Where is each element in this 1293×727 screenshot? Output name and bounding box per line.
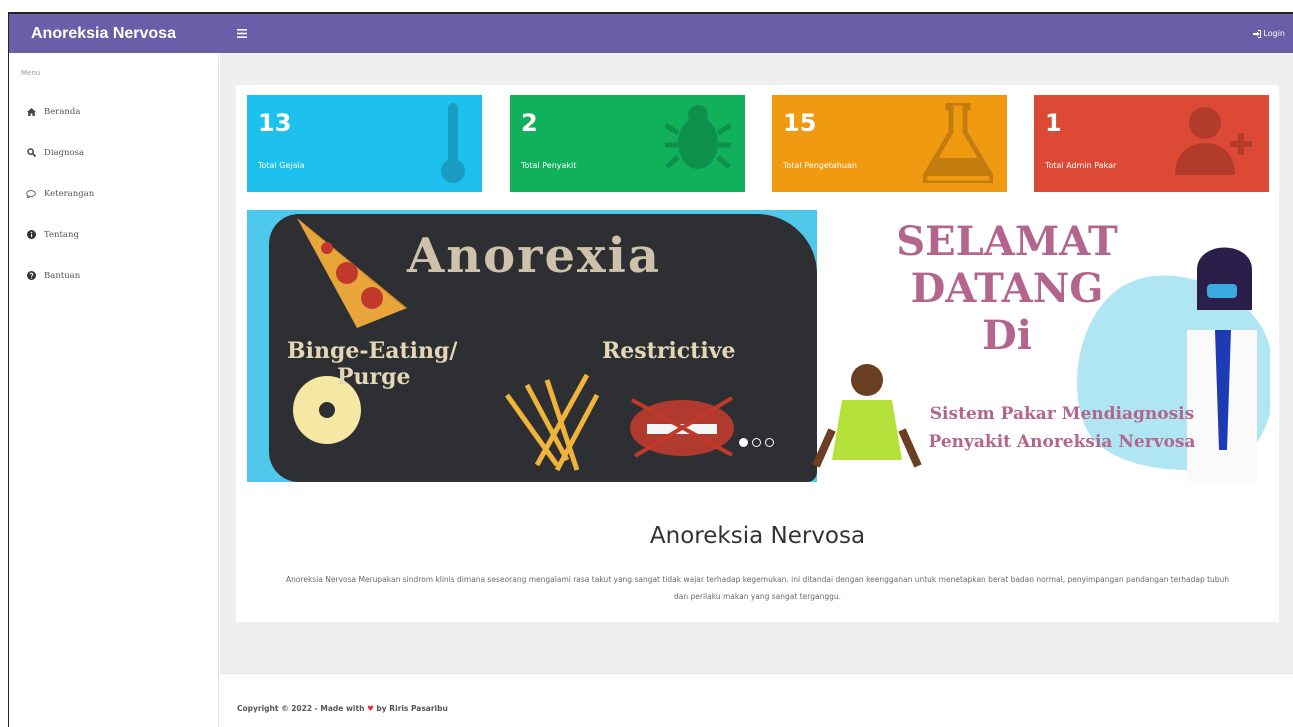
- banner-anorexia-text: Anorexia: [407, 228, 661, 284]
- sidebar-item-beranda[interactable]: Beranda: [9, 91, 218, 132]
- question-circle-icon: [26, 271, 36, 281]
- stat-value: 2: [521, 109, 538, 137]
- banner-welcome-heading: SELAMAT DATANG Di: [877, 218, 1137, 359]
- stat-value: 1: [1045, 109, 1062, 137]
- top-navbar: Anoreksia Nervosa Login: [8, 14, 1293, 53]
- sidebar-item-label: Diagnosa: [44, 148, 84, 158]
- banner-selamat: SELAMAT: [877, 218, 1137, 265]
- stat-box-penyakit[interactable]: 2 Total Penyakit: [510, 95, 745, 192]
- sign-in-icon: [1253, 30, 1261, 38]
- stat-label: Total Gejala: [258, 161, 305, 170]
- stat-label: Total Pengetahuan: [783, 161, 857, 170]
- stat-box-gejala[interactable]: 13 Total Gejala: [247, 95, 482, 192]
- stat-box-pengetahuan[interactable]: 15 Total Pengetahuan: [772, 95, 1007, 192]
- stat-label: Total Admin Pakar: [1045, 161, 1116, 170]
- page-title: Anoreksia Nervosa: [236, 523, 1279, 549]
- flask-icon: [923, 103, 993, 183]
- stat-value: 13: [258, 109, 291, 137]
- sidebar: Menu Beranda Diagnosa Keterangan Tentang…: [9, 53, 219, 727]
- search-icon: [26, 148, 36, 158]
- login-link[interactable]: Login: [1253, 29, 1285, 38]
- copyright-author: by Riris Pasaribu: [376, 704, 447, 713]
- copyright-text: Copyright © 2022 - Made with ♥ by Riris …: [237, 704, 448, 713]
- pizza-icon: [287, 218, 407, 328]
- carousel-dot-3[interactable]: [765, 438, 774, 447]
- heart-icon: ♥: [367, 704, 374, 713]
- user-plus-icon: [1175, 103, 1255, 175]
- carousel-indicators[interactable]: [739, 438, 774, 447]
- banner-system-line2: Penyakit Anoreksia Nervosa: [897, 428, 1227, 456]
- copyright-prefix: Copyright © 2022 - Made with: [237, 704, 364, 713]
- page-description: Anoreksia Nervosa Merupakan sindrom klin…: [280, 571, 1235, 605]
- sidebar-heading: Menu: [9, 53, 218, 91]
- banner-binge-line2: Purge: [287, 364, 457, 390]
- banner-system-text: Sistem Pakar Mendiagnosis Penyakit Anore…: [897, 400, 1227, 456]
- sidebar-item-bantuan[interactable]: Bantuan: [9, 255, 218, 296]
- sidebar-item-label: Keterangan: [44, 189, 94, 199]
- fries-icon: [497, 365, 607, 475]
- info-circle-icon: [26, 230, 36, 240]
- stat-box-admin[interactable]: 1 Total Admin Pakar: [1034, 95, 1269, 192]
- comment-icon: [26, 189, 36, 199]
- banner-restrictive-text: Restrictive: [602, 338, 735, 364]
- menu-toggle-icon[interactable]: [237, 29, 247, 38]
- stat-label: Total Penyakit: [521, 161, 576, 170]
- login-label: Login: [1263, 29, 1285, 38]
- banner-datang: DATANG: [877, 265, 1137, 312]
- sidebar-item-label: Bantuan: [44, 271, 80, 281]
- thermometer-icon: [438, 103, 468, 185]
- banner-binge-text: Binge-Eating/ Purge: [287, 338, 457, 390]
- sidebar-item-label: Tentang: [44, 230, 79, 240]
- sidebar-item-label: Beranda: [44, 107, 80, 117]
- carousel-dot-1[interactable]: [739, 438, 748, 447]
- sidebar-item-tentang[interactable]: Tentang: [9, 214, 218, 255]
- stat-value: 15: [783, 109, 816, 137]
- sidebar-item-keterangan[interactable]: Keterangan: [9, 173, 218, 214]
- banner-system-line1: Sistem Pakar Mendiagnosis: [897, 400, 1227, 428]
- home-icon: [26, 107, 36, 117]
- sidebar-item-diagnosa[interactable]: Diagnosa: [9, 132, 218, 173]
- footer: Copyright © 2022 - Made with ♥ by Riris …: [220, 673, 1293, 727]
- carousel-dot-2[interactable]: [752, 438, 761, 447]
- welcome-carousel[interactable]: Anorexia Binge-Eating/ Purge Restrictive…: [247, 210, 1270, 482]
- brand-logo[interactable]: Anoreksia Nervosa: [8, 14, 214, 53]
- lips-icon: [627, 390, 737, 460]
- banner-binge-line1: Binge-Eating/: [287, 338, 457, 364]
- bug-icon: [665, 103, 731, 173]
- banner-di: Di: [877, 312, 1137, 359]
